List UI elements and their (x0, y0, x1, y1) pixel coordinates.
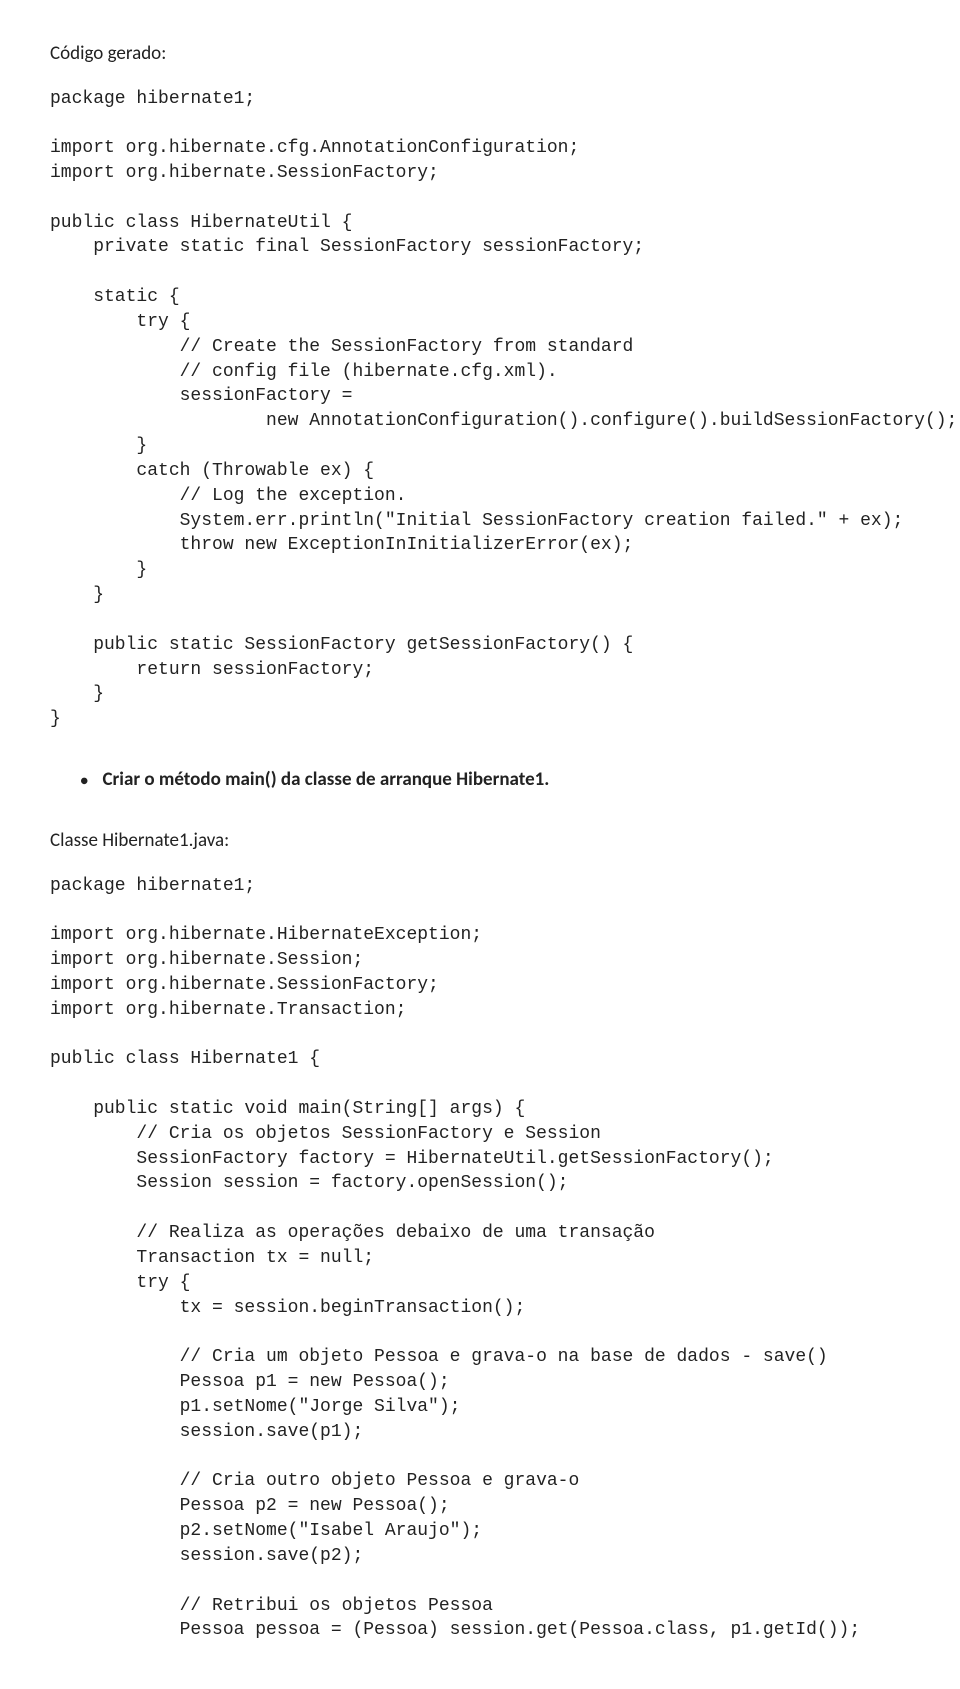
section-heading-generated-code: Código gerado: (50, 40, 910, 69)
bullet-item-create-main: ● Criar o método main() da classe de arr… (80, 768, 910, 791)
code-block-hibernateutil: package hibernate1; import org.hibernate… (50, 87, 910, 733)
section-heading-class-hibernate1: Classe Hibernate1.java: (50, 827, 910, 856)
bullet-text: Criar o método main() da classe de arran… (102, 768, 549, 791)
bullet-dot-icon: ● (80, 774, 88, 788)
code-block-hibernate1: package hibernate1; import org.hibernate… (50, 874, 910, 1644)
